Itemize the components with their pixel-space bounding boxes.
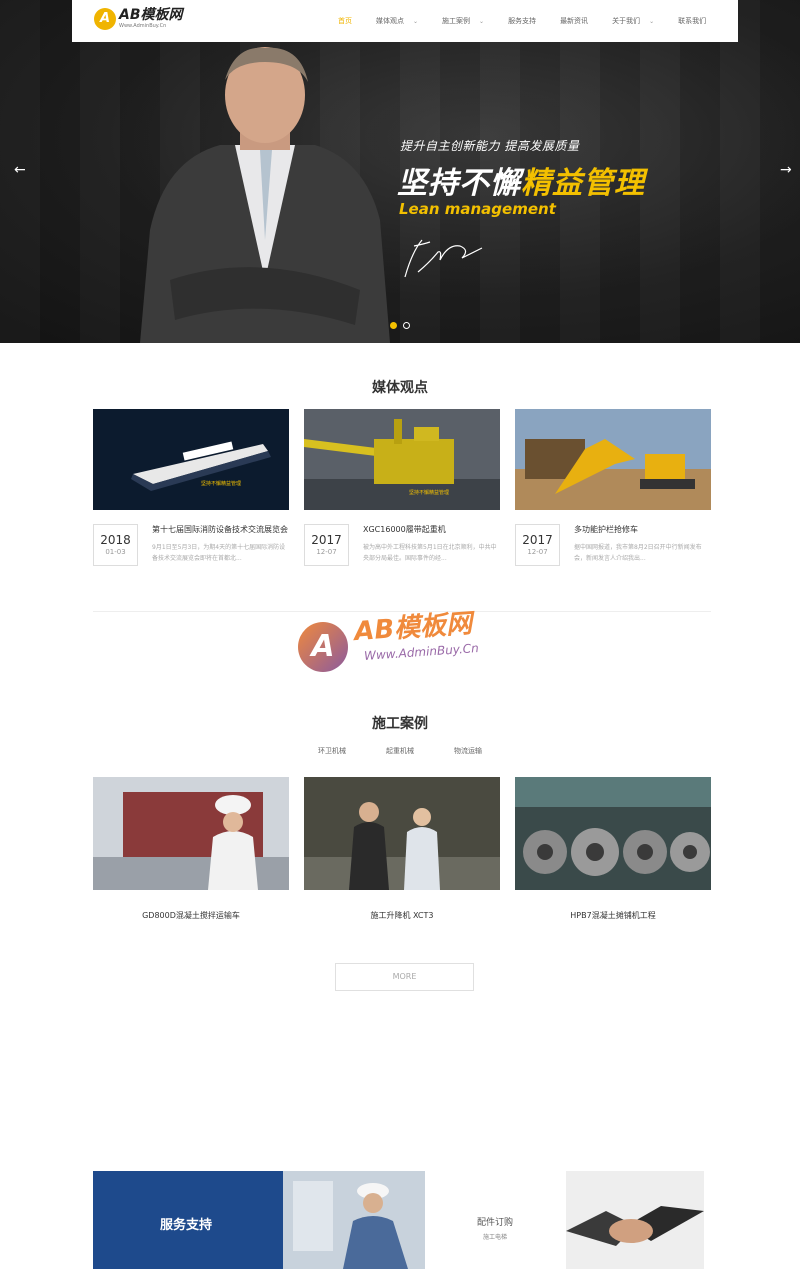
tab-logistics[interactable]: 物流运输 [454, 746, 482, 756]
news-date-box: 2017 12-07 [304, 524, 349, 566]
menu-item-media[interactable]: 媒体观点 ⌄ [376, 16, 418, 26]
hero-headline: 坚持不懈精益管理 [397, 158, 645, 202]
offshore-platform-image[interactable]: 坚持不懈精益管理 [304, 409, 500, 510]
case-card[interactable]: 施工升降机 XCT3 [304, 777, 500, 921]
news-card[interactable]: 2017 12-07 多功能护栏抢修车 据中国网报道，我市第8月2日召开中行新闻… [515, 409, 711, 566]
menu-item-news[interactable]: 最新资讯 [560, 16, 588, 26]
logo-title: AB模板网 [119, 7, 183, 23]
menu-item-about[interactable]: 关于我们 ⌄ [612, 16, 654, 26]
excavator-image[interactable] [515, 409, 711, 510]
main-menu: 首页 媒体观点 ⌄ 施工案例 ⌄ 服务支持 最新资讯 关于我们 ⌄ 联系我们 [338, 0, 730, 42]
news-title[interactable]: 多功能护栏抢修车 [574, 524, 711, 535]
steel-coils-image[interactable] [515, 777, 711, 890]
case-category-tabs: 环卫机械 起重机械 物流运输 [0, 746, 800, 756]
top-navbar: A AB模板网 Www.AdminBuy.Cn 首页 媒体观点 ⌄ 施工案例 ⌄ 服… [72, 0, 738, 42]
menu-item-service[interactable]: 服务支持 [508, 16, 536, 26]
slider-pagination [390, 322, 410, 329]
tab-lifting[interactable]: 起重机械 [386, 746, 414, 756]
service-support-panel[interactable]: 服务支持 [93, 1171, 283, 1269]
news-description: 据中国网报道，我市第8月2日召开中行新闻发布会，新闻发言人介绍我出... [574, 544, 702, 562]
hero-headline-white: 坚持不懈 [397, 166, 521, 201]
engineer-image[interactable] [283, 1171, 425, 1269]
cases-section-title: 施工案例 [372, 716, 428, 732]
news-card[interactable]: 坚持不懈精益管理 2018 01-03 第十七届国际消防设备技术交流展览会 9月… [93, 409, 289, 566]
media-section-title: 媒体观点 [372, 380, 428, 396]
tab-sanitation[interactable]: 环卫机械 [318, 746, 346, 756]
handshake-image[interactable] [566, 1171, 704, 1269]
svg-text:坚持不懈精益管理: 坚持不懈精益管理 [409, 489, 449, 496]
hero-banner: 提升自主创新能力 提高发展质量 坚持不懈精益管理 Lean management… [0, 0, 800, 343]
case-caption[interactable]: GD800D混凝土搅拌运输车 [93, 910, 289, 921]
news-title[interactable]: 第十七届国际消防设备技术交流展览会 [152, 524, 289, 535]
logo-icon: A [94, 7, 116, 30]
news-description: 被为高中外工程科技第5月1日在北京顺利，中共中央部分局最佳。国际事件的经... [363, 544, 497, 562]
news-date-box: 2018 01-03 [93, 524, 138, 566]
parts-order-item[interactable]: 配件订购 施工电梯 [430, 1215, 560, 1241]
news-description: 9月1日至5月3日，为期4天的第十七届国际消防设备技术交流展览会即将在首都北..… [152, 544, 286, 562]
signature-image [404, 239, 483, 278]
slider-prev-arrow-icon[interactable]: ← [14, 162, 26, 178]
hero-headline-yellow: 精益管理 [521, 166, 645, 201]
case-caption[interactable]: HPB7混凝土摊铺机工程 [515, 910, 711, 921]
news-title[interactable]: XGC16000履带起重机 [363, 524, 500, 535]
site-logo[interactable]: A AB模板网 Www.AdminBuy.Cn [94, 7, 183, 30]
news-date-box: 2017 12-07 [515, 524, 560, 566]
svg-text:坚持不懈精益管理: 坚持不懈精益管理 [201, 480, 241, 487]
case-card[interactable]: GD800D混凝土搅拌运输车 [93, 777, 289, 921]
business-people-image[interactable] [304, 777, 500, 890]
case-caption[interactable]: 施工升降机 XCT3 [304, 910, 500, 921]
menu-item-contact[interactable]: 联系我们 [678, 16, 706, 26]
hero-english-title: Lean management [399, 200, 556, 218]
menu-item-cases[interactable]: 施工案例 ⌄ [442, 16, 484, 26]
worker-container-image[interactable] [93, 777, 289, 890]
cruise-ship-image[interactable]: 坚持不懈精益管理 [93, 409, 289, 510]
businessman-illustration [140, 47, 390, 343]
chevron-down-icon: ⌄ [479, 17, 485, 25]
service-support-title: 服务支持 [160, 1218, 213, 1233]
logo-url: Www.AdminBuy.Cn [119, 23, 167, 29]
menu-item-home[interactable]: 首页 [338, 16, 352, 26]
slider-dot[interactable] [403, 322, 410, 329]
slider-dot[interactable] [390, 322, 397, 329]
chevron-down-icon: ⌄ [649, 17, 655, 25]
watermark-logo: A AB模板网 Www.AdminBuy.Cn [298, 597, 508, 677]
more-button[interactable]: MORE [335, 963, 474, 991]
slider-next-arrow-icon[interactable]: → [780, 162, 792, 178]
news-card[interactable]: 坚持不懈精益管理 2017 12-07 XGC16000履带起重机 被为高中外工… [304, 409, 500, 566]
case-card[interactable]: HPB7混凝土摊铺机工程 [515, 777, 711, 921]
chevron-down-icon: ⌄ [413, 17, 419, 25]
hero-subtitle: 提升自主创新能力 提高发展质量 [400, 139, 580, 153]
